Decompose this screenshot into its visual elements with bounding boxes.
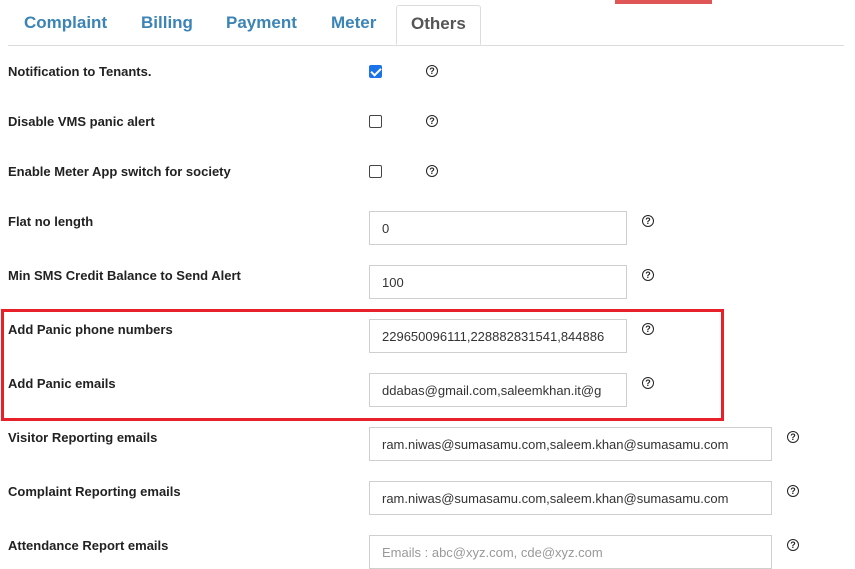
notification-tenants-label: Notification to Tenants. [8,64,152,79]
help-icon[interactable]: ? [787,539,799,551]
attendance-emails-input[interactable] [369,535,772,569]
disable-vms-panic-checkbox[interactable] [369,115,382,128]
complaint-emails-label: Complaint Reporting emails [8,484,181,499]
min-sms-credit-input[interactable] [369,265,627,299]
enable-meter-app-checkbox[interactable] [369,165,382,178]
visitor-emails-input[interactable] [369,427,772,461]
tab-complaint[interactable]: Complaint [24,5,107,45]
help-icon[interactable]: ? [642,323,654,335]
help-icon[interactable]: ? [642,269,654,281]
help-icon[interactable]: ? [642,215,654,227]
notification-tenants-checkbox[interactable] [369,65,382,78]
help-icon[interactable]: ? [642,377,654,389]
tab-payment[interactable]: Payment [226,5,297,45]
help-icon[interactable]: ? [426,165,438,177]
help-icon[interactable]: ? [426,115,438,127]
help-icon[interactable]: ? [426,65,438,77]
tab-billing[interactable]: Billing [141,5,193,45]
enable-meter-app-label: Enable Meter App switch for society [8,164,231,179]
help-icon[interactable]: ? [787,485,799,497]
min-sms-credit-label: Min SMS Credit Balance to Send Alert [8,268,241,283]
panic-emails-label: Add Panic emails [8,376,116,391]
settings-tabs: Complaint Billing Payment Meter Others [8,5,844,46]
complaint-emails-input[interactable] [369,481,772,515]
help-icon[interactable]: ? [787,431,799,443]
panic-phone-label: Add Panic phone numbers [8,322,173,337]
disable-vms-panic-label: Disable VMS panic alert [8,114,155,129]
flat-no-length-input[interactable] [369,211,627,245]
tab-meter[interactable]: Meter [331,5,376,45]
panic-phone-input[interactable] [369,319,627,353]
panic-emails-input[interactable] [369,373,627,407]
top-accent-bar [615,0,712,4]
tab-others[interactable]: Others [396,5,481,45]
attendance-emails-label: Attendance Report emails [8,538,169,553]
visitor-emails-label: Visitor Reporting emails [8,430,158,445]
flat-no-length-label: Flat no length [8,214,94,229]
